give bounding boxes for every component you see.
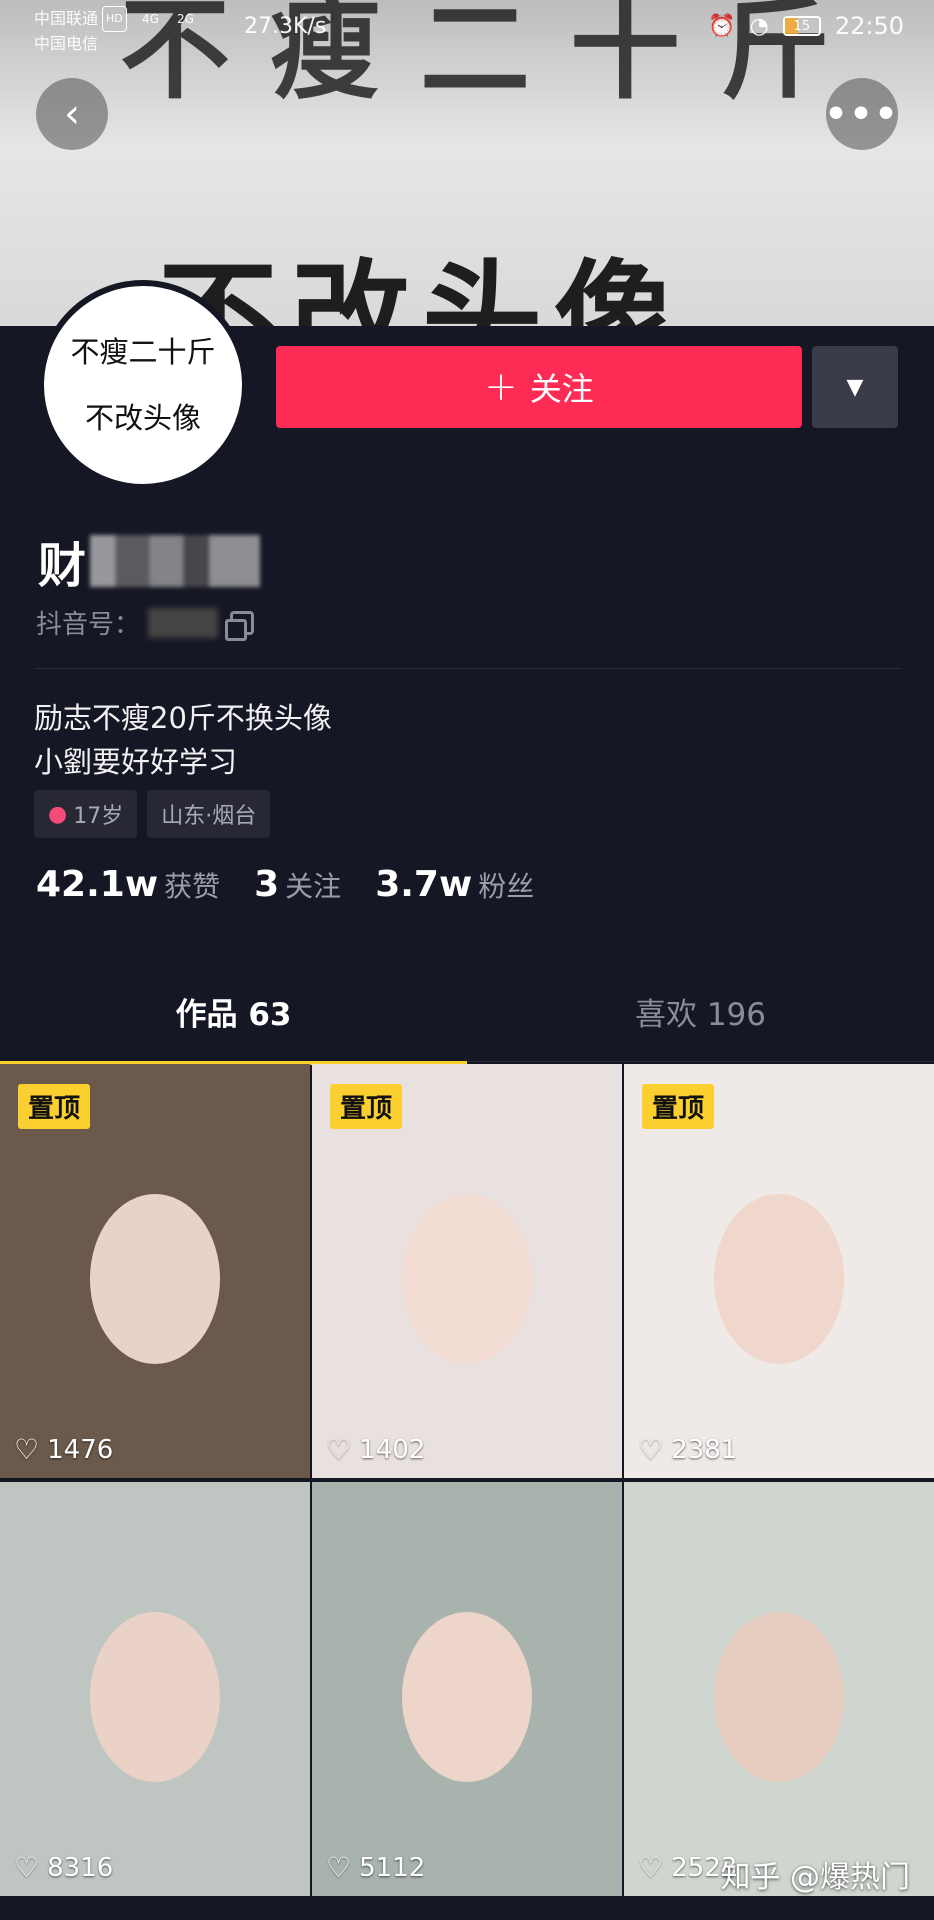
profile-stats: 42.1w 获赞 3 关注 3.7w 粉丝 — [36, 864, 534, 905]
video-likes-count: 8316 — [47, 1852, 114, 1883]
video-likes-count: 1402 — [359, 1434, 426, 1465]
video-likes: ♡ 1402 — [326, 1433, 425, 1466]
divider — [36, 668, 900, 669]
copy-icon[interactable] — [225, 610, 255, 641]
video-tile[interactable]: ♡ 5112 — [312, 1482, 622, 1896]
video-likes: ♡ 1476 — [14, 1433, 113, 1466]
bio-line1: 励志不瘦20斤不换头像 — [34, 701, 332, 735]
username-visible: 财 — [38, 538, 87, 594]
net-1: 4G — [142, 12, 159, 26]
bio: 励志不瘦20斤不换头像 小劉要好好学习 — [34, 696, 332, 784]
follow-label: 关注 — [529, 370, 594, 408]
status-right: ⏰ ◔ 15 22:50 — [708, 12, 904, 40]
followers-count: 3.7w — [375, 864, 473, 905]
thumbnail-figure — [90, 1194, 220, 1364]
following-count: 3 — [254, 864, 280, 905]
likes-stat[interactable]: 42.1w 获赞 — [36, 864, 220, 905]
following-label: 关注 — [285, 870, 342, 903]
cover-text-line2: 不改头像 — [158, 249, 686, 326]
heart-icon: ♡ — [326, 1851, 352, 1884]
video-tile[interactable]: 置顶 ♡ 1402 — [312, 1064, 622, 1478]
video-likes: ♡ 2381 — [638, 1433, 737, 1466]
clock: 22:50 — [834, 12, 904, 40]
thumbnail-figure — [714, 1612, 844, 1782]
tab-liked[interactable]: 喜欢 196 — [467, 980, 934, 1061]
heart-icon: ♡ — [638, 1433, 664, 1466]
video-likes-count: 5112 — [359, 1852, 426, 1883]
thumbnail-figure — [402, 1612, 532, 1782]
more-dots-icon: ••• — [824, 93, 900, 135]
heart-icon: ♡ — [326, 1433, 352, 1466]
tab-works[interactable]: 作品 63 — [0, 980, 467, 1065]
recommend-dropdown-button[interactable]: ▼ — [812, 346, 898, 428]
likes-count: 42.1w — [36, 864, 159, 905]
douyin-id-blur — [148, 607, 219, 638]
location-tag: 山东·烟台 — [147, 790, 271, 838]
username-blur — [90, 535, 261, 587]
thumbnail-figure — [402, 1194, 532, 1364]
hd-badge: HD — [102, 6, 127, 32]
pinned-badge: 置顶 — [642, 1084, 715, 1129]
video-grid: 置顶 ♡ 1476 置顶 ♡ 1402 置顶 ♡ 2381 ♡ 8316 ♡ 5112 ♡ 2523 — [0, 1064, 934, 1896]
douyin-id: 抖音号： — [36, 604, 255, 641]
bio-line2: 小劉要好好学习 — [34, 745, 238, 779]
chevron-left-icon: ‹ — [64, 91, 80, 137]
location-label: 山东·烟台 — [161, 804, 257, 829]
followers-stat[interactable]: 3.7w 粉丝 — [375, 864, 534, 905]
video-tile[interactable]: ♡ 2523 — [624, 1482, 934, 1896]
pinned-badge: 置顶 — [330, 1084, 403, 1129]
battery-icon: 15 — [782, 16, 821, 36]
video-likes-count: 2381 — [671, 1434, 738, 1465]
status-bar: 中国联通 HD 中国电信 4G 2G 27.3K/s ⏰ ◔ 15 22:50 — [0, 0, 934, 56]
thumbnail-figure — [90, 1612, 220, 1782]
plus-icon: + — [484, 364, 518, 410]
triangle-down-icon: ▼ — [846, 374, 864, 400]
profile-tags: ● 17岁 山东·烟台 — [34, 790, 271, 838]
content-tabs: 作品 63 喜欢 196 — [0, 980, 934, 1065]
age-label: 17岁 — [73, 804, 124, 829]
heart-icon: ♡ — [14, 1851, 40, 1884]
douyin-id-label: 抖音号： — [36, 610, 141, 640]
carrier-1: 中国联通 — [34, 9, 99, 28]
back-button[interactable]: ‹ — [36, 78, 108, 150]
follow-button[interactable]: + 关注 — [276, 346, 802, 428]
following-stat[interactable]: 3 关注 — [254, 864, 341, 905]
video-tile[interactable]: 置顶 ♡ 2381 — [624, 1064, 934, 1478]
video-likes-count: 1476 — [47, 1434, 114, 1465]
speedometer-icon: ◔ — [749, 13, 769, 39]
carrier-info: 中国联通 HD 中国电信 — [34, 6, 127, 56]
likes-label: 获赞 — [164, 870, 221, 903]
followers-label: 粉丝 — [478, 870, 535, 903]
heart-icon: ♡ — [638, 1851, 664, 1884]
avatar-text-line1: 不瘦二十斤 — [70, 335, 216, 369]
network-speed: 27.3K/s — [244, 14, 327, 39]
carrier-2: 中国电信 — [34, 34, 99, 53]
net-2: 2G — [176, 12, 194, 26]
video-likes: ♡ 8316 — [14, 1851, 113, 1884]
thumbnail-figure — [714, 1194, 844, 1364]
video-tile[interactable]: 置顶 ♡ 1476 — [0, 1064, 310, 1478]
username: 财 — [38, 526, 261, 596]
female-person-icon: ● — [48, 801, 68, 827]
alarm-icon: ⏰ — [708, 13, 736, 39]
more-button[interactable]: ••• — [824, 78, 900, 150]
pinned-badge: 置顶 — [18, 1084, 91, 1129]
avatar[interactable]: 不瘦二十斤 不改头像 — [38, 280, 248, 490]
video-likes: ♡ 5112 — [326, 1851, 425, 1884]
video-tile[interactable]: ♡ 8316 — [0, 1482, 310, 1896]
heart-icon: ♡ — [14, 1433, 40, 1466]
age-tag: ● 17岁 — [34, 790, 138, 838]
avatar-text-line2: 不改头像 — [84, 401, 201, 435]
watermark: 知乎 @爆热门 — [720, 1860, 910, 1895]
signal-indicators: 4G 2G — [142, 12, 194, 26]
